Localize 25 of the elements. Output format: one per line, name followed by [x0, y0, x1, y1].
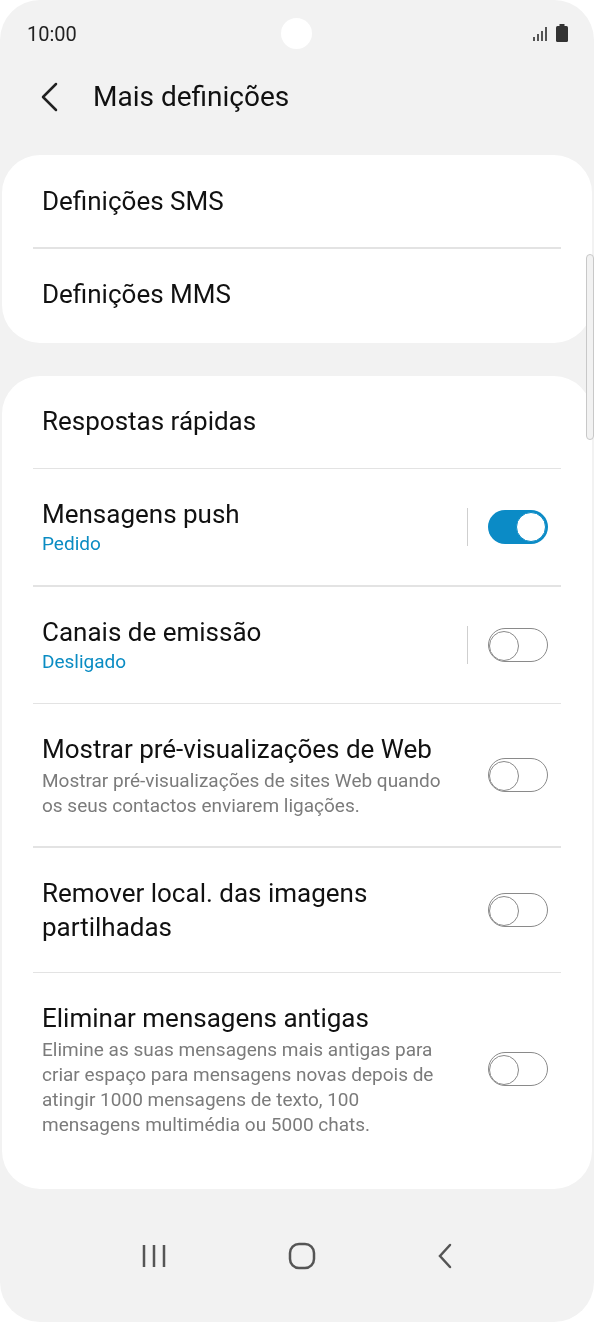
battery-icon — [556, 24, 568, 42]
back-icon[interactable] — [40, 82, 58, 112]
toggle-switch[interactable] — [488, 758, 548, 792]
recents-icon[interactable] — [140, 1243, 167, 1268]
setting-status: Pedido — [42, 531, 102, 557]
setting-title: Remover local. das imagens partilhadas — [42, 876, 369, 944]
settings-item[interactable]: Definições MMS — [2, 248, 580, 341]
signal-icon — [533, 27, 549, 41]
setting-title: Eliminar mensagens antigas — [42, 1002, 370, 1035]
page-title: Mais definições — [93, 79, 290, 115]
settings-item[interactable]: Respostas rápidas — [2, 375, 580, 468]
toggle-switch[interactable] — [488, 1052, 548, 1086]
back-icon[interactable] — [437, 1242, 454, 1269]
toggle-switch[interactable] — [488, 510, 548, 544]
setting-title: Canais de emissão — [42, 615, 263, 649]
setting-status: Desligado — [42, 648, 128, 675]
toggle-switch[interactable] — [488, 892, 548, 927]
status-time: 10:00 — [27, 21, 77, 48]
setting-title: Mostrar pré-visualizações de Web — [42, 733, 433, 766]
home-icon[interactable] — [288, 1241, 316, 1270]
toggle-switch[interactable] — [488, 627, 548, 662]
settings-item[interactable]: Definições SMS — [2, 155, 580, 247]
setting-title: Mensagens push — [42, 498, 241, 531]
setting-description: Mostrar pré-visualizações de sites Web quando os seus contactos enviarem ligações. — [42, 768, 442, 818]
setting-description: Elimine as suas mensagens mais antigas para criar espaço para mensagens novas depois de atingir 1000 mensagens de texto, 100 mensagens multimédia ou 5000 chats. — [42, 1037, 435, 1137]
